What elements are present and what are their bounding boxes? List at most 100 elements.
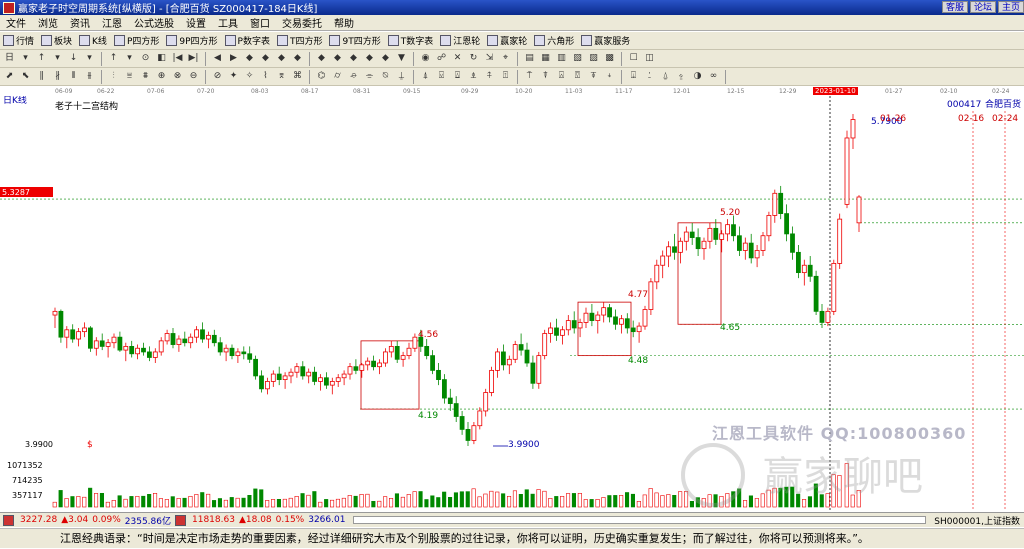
view-tool-icon[interactable]: ⌖ [499, 52, 512, 65]
menu-formula[interactable]: 公式选股 [128, 15, 180, 30]
draw-tool-icon[interactable]: ⫴ [67, 70, 80, 83]
view-tool-icon[interactable]: ▾ [51, 52, 64, 65]
t-number-table-button[interactable]: T数字表 [387, 34, 433, 47]
p-number-table-button[interactable]: P数字表 [224, 34, 270, 47]
menu-settings[interactable]: 设置 [180, 15, 212, 30]
menu-browse[interactable]: 浏览 [32, 15, 64, 30]
view-tool-icon[interactable]: ⇲ [483, 52, 496, 65]
view-tool-icon[interactable]: ◀ [211, 52, 224, 65]
horizontal-scrollbar[interactable] [353, 516, 927, 524]
view-tool-icon[interactable]: ◆ [275, 52, 288, 65]
t-square-button[interactable]: T四方形 [276, 34, 322, 47]
view-tool-icon[interactable]: ☍ [435, 52, 448, 65]
9p-square-button[interactable]: 9P四方形 [166, 34, 218, 47]
hexagon-button[interactable]: 六角形 [534, 34, 574, 47]
forum-button[interactable]: 论坛 [969, 1, 996, 13]
home-button[interactable]: 主页 [997, 1, 1024, 13]
view-tool-icon[interactable]: ◆ [331, 52, 344, 65]
draw-tool-icon[interactable]: ◑ [691, 70, 704, 83]
draw-tool-icon[interactable]: ✦ [227, 70, 240, 83]
draw-tool-icon[interactable]: ⍘ [643, 70, 656, 83]
draw-tool-icon[interactable]: ∥ [35, 70, 48, 83]
view-tool-icon[interactable]: ◫ [643, 52, 656, 65]
view-tool-icon[interactable]: ◆ [291, 52, 304, 65]
view-tool-icon[interactable]: ▧ [571, 52, 584, 65]
view-tool-icon[interactable]: ▶ [227, 52, 240, 65]
index-right[interactable]: SH000001,上证指数 [934, 514, 1020, 527]
view-tool-icon[interactable]: |◀ [171, 52, 184, 65]
winner-wheel-button[interactable]: 赢家轮 [487, 34, 527, 47]
draw-tool-icon[interactable]: ⍕ [587, 70, 600, 83]
draw-tool-icon[interactable]: ⍖ [603, 70, 616, 83]
draw-tool-icon[interactable]: ⍚ [675, 70, 688, 83]
9t-square-button[interactable]: 9T四方形 [329, 34, 381, 47]
draw-tool-icon[interactable]: ⍔ [571, 70, 584, 83]
draw-tool-icon[interactable]: ⌘ [291, 70, 304, 83]
draw-tool-icon[interactable]: ⬈ [3, 70, 16, 83]
draw-tool-icon[interactable]: ⊖ [187, 70, 200, 83]
draw-tool-icon[interactable]: ⩩ [139, 70, 152, 83]
view-tool-icon[interactable]: ◆ [259, 52, 272, 65]
view-tool-icon[interactable]: ✕ [451, 52, 464, 65]
draw-tool-icon[interactable]: ⫵ [83, 70, 96, 83]
draw-tool-icon[interactable]: ⍙ [659, 70, 672, 83]
menu-info[interactable]: 资讯 [64, 15, 96, 30]
draw-tool-icon[interactable]: ⫶ [107, 70, 120, 83]
draw-tool-icon[interactable]: ⍑ [523, 70, 536, 83]
draw-tool-icon[interactable]: ⍌ [435, 70, 448, 83]
draw-tool-icon[interactable]: ⌆ [275, 70, 288, 83]
view-tool-icon[interactable]: ↓ [67, 52, 80, 65]
draw-tool-icon[interactable]: ∞ [707, 70, 720, 83]
sector-button[interactable]: 板块 [41, 34, 72, 47]
draw-tool-icon[interactable]: ✧ [243, 70, 256, 83]
draw-tool-icon[interactable]: ⍒ [539, 70, 552, 83]
draw-tool-icon[interactable]: ⍏ [483, 70, 496, 83]
view-tool-icon[interactable]: ▶| [187, 52, 200, 65]
view-tool-icon[interactable]: ◆ [347, 52, 360, 65]
menu-file[interactable]: 文件 [0, 15, 32, 30]
view-tool-icon[interactable]: ◆ [243, 52, 256, 65]
draw-tool-icon[interactable]: ⍗ [627, 70, 640, 83]
draw-tool-icon[interactable]: ⊕ [155, 70, 168, 83]
draw-tool-icon[interactable]: ⍋ [419, 70, 432, 83]
draw-tool-icon[interactable]: ⌭ [331, 70, 344, 83]
view-tool-icon[interactable]: ▾ [19, 52, 32, 65]
view-tool-icon[interactable]: 日 [3, 52, 16, 65]
view-tool-icon[interactable]: ◆ [315, 52, 328, 65]
draw-tool-icon[interactable]: ⍉ [379, 70, 392, 83]
draw-tool-icon[interactable]: ⩸ [123, 70, 136, 83]
view-tool-icon[interactable]: ↑ [35, 52, 48, 65]
p-square-button[interactable]: P四方形 [113, 34, 159, 47]
draw-tool-icon[interactable]: ⍎ [467, 70, 480, 83]
view-tool-icon[interactable]: ◆ [363, 52, 376, 65]
view-tool-icon[interactable]: ↑ [107, 52, 120, 65]
view-tool-icon[interactable]: ▥ [555, 52, 568, 65]
view-tool-icon[interactable]: ▾ [83, 52, 96, 65]
draw-tool-icon[interactable]: ⌯ [363, 70, 376, 83]
draw-tool-icon[interactable]: ⊘ [211, 70, 224, 83]
view-tool-icon[interactable]: ▦ [539, 52, 552, 65]
draw-tool-icon[interactable]: ⌬ [315, 70, 328, 83]
menu-help[interactable]: 帮助 [328, 15, 360, 30]
view-tool-icon[interactable]: ☐ [627, 52, 640, 65]
gann-wheel-button[interactable]: 江恩轮 [440, 34, 480, 47]
kline-button[interactable]: K线 [79, 34, 107, 47]
menu-tools[interactable]: 工具 [212, 15, 244, 30]
draw-tool-icon[interactable]: ⍍ [451, 70, 464, 83]
view-tool-icon[interactable]: ⊙ [139, 52, 152, 65]
draw-tool-icon[interactable]: ⍊ [395, 70, 408, 83]
draw-tool-icon[interactable]: ⍐ [499, 70, 512, 83]
index1-value[interactable]: 3227.28 [20, 515, 57, 525]
draw-tool-icon[interactable]: ⬉ [19, 70, 32, 83]
winner-service-button[interactable]: 赢家服务 [581, 34, 630, 47]
index2-value[interactable]: 11818.63 [192, 515, 235, 525]
view-tool-icon[interactable]: ◉ [419, 52, 432, 65]
view-tool-icon[interactable]: ◆ [379, 52, 392, 65]
menu-gann[interactable]: 江恩 [96, 15, 128, 30]
draw-tool-icon[interactable]: ⌇ [259, 70, 272, 83]
service-button[interactable]: 客服 [941, 1, 968, 13]
view-tool-icon[interactable]: ▾ [123, 52, 136, 65]
quote-button[interactable]: 行情 [3, 34, 34, 47]
draw-tool-icon[interactable]: ⊗ [171, 70, 184, 83]
draw-tool-icon[interactable]: ⌮ [347, 70, 360, 83]
